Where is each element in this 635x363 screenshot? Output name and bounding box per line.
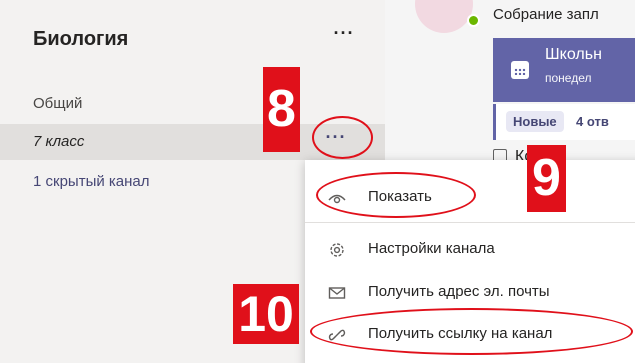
channel-item-general[interactable]: Общий: [0, 86, 385, 122]
menu-item-channel-settings[interactable]: Настройки канала: [305, 229, 635, 269]
calendar-icon: [511, 61, 529, 79]
envelope-icon: [328, 287, 346, 299]
menu-item-label: Получить адрес эл. почты: [368, 283, 550, 300]
step-number-8: 8: [263, 67, 300, 152]
replies-count[interactable]: 4 отв: [576, 114, 609, 129]
gear-icon: [330, 243, 344, 257]
channel-label: Общий: [33, 95, 83, 112]
hidden-channels-label: 1 скрытый канал: [33, 173, 150, 190]
menu-item-get-email[interactable]: Получить адрес эл. почты: [305, 272, 635, 312]
team-more-options-button[interactable]: ···: [330, 24, 358, 48]
step-number-10: 10: [233, 284, 299, 344]
menu-item-label: Настройки канала: [368, 240, 495, 257]
highlight-ring-get-link: [310, 308, 633, 355]
meeting-card-date: понедел: [545, 71, 592, 85]
presence-available-icon: [467, 14, 480, 27]
avatar: [415, 0, 473, 33]
meeting-post-title: Собрание запл: [493, 6, 599, 23]
new-badge: Новые: [506, 111, 564, 132]
team-name[interactable]: Биология: [33, 28, 128, 51]
meeting-card-title: Школьн: [545, 46, 602, 63]
channel-label: 7 класс: [33, 133, 85, 150]
step-number-9: 9: [527, 145, 566, 212]
replies-bar[interactable]: Новые 4 отв: [493, 104, 635, 140]
highlight-ring-more-button: [312, 116, 373, 159]
meeting-card[interactable]: Школьн понедел: [493, 38, 635, 102]
menu-divider: [305, 222, 635, 223]
highlight-ring-show: [316, 172, 476, 218]
